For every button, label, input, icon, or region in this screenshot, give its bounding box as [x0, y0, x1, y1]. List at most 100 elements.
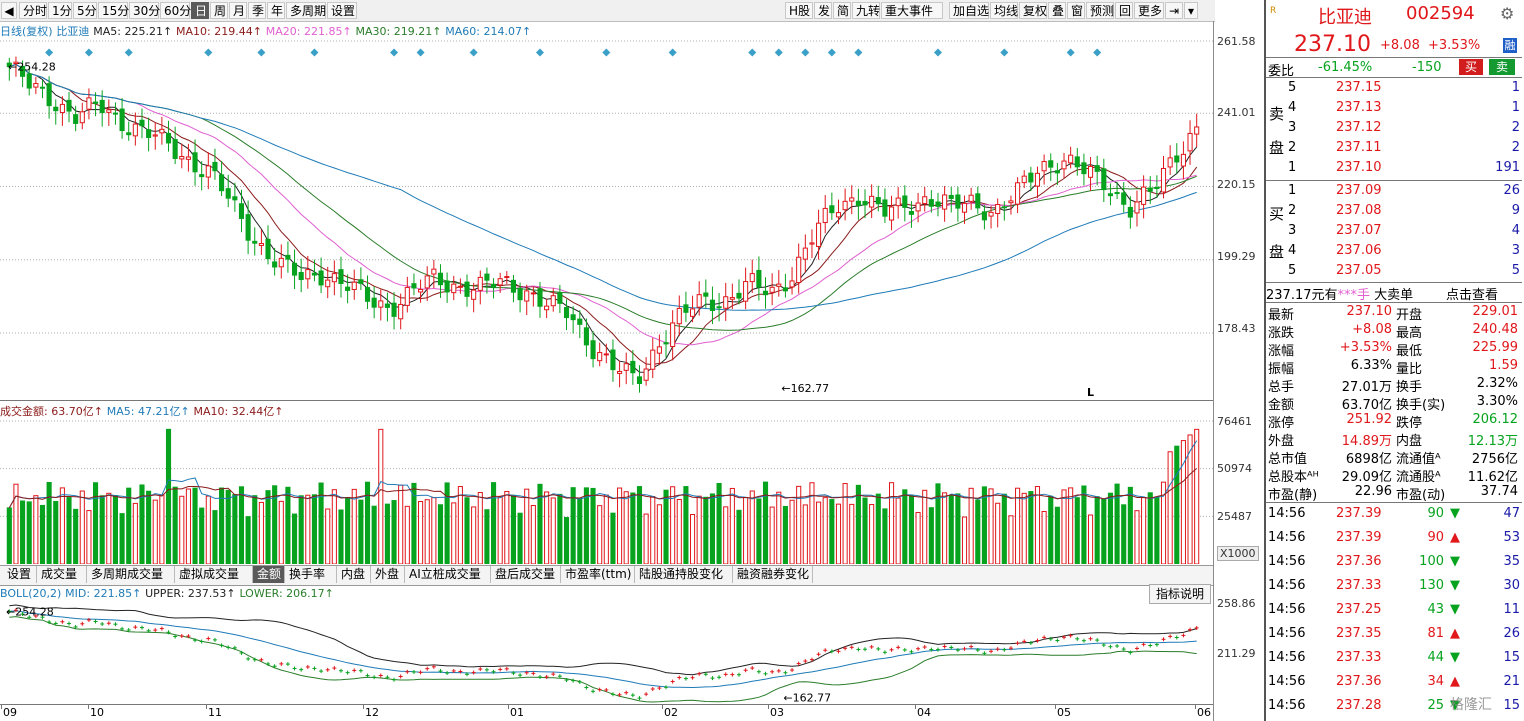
period-tab[interactable]: 15分 [98, 2, 129, 19]
indicator-tab[interactable]: 陆股通持股变化 [635, 566, 733, 583]
period-tab[interactable]: 多周期 [286, 2, 326, 19]
volume-bar [875, 493, 881, 564]
sell-button[interactable]: 卖 [1489, 59, 1515, 75]
stats-value: 22.96 [1354, 484, 1392, 499]
period-tab[interactable]: 1分 [48, 2, 72, 19]
tool-button[interactable]: 窗 [1067, 2, 1085, 19]
tick-row[interactable]: 14:56 237.33 130 ▼ 30 [1266, 578, 1522, 596]
book-row[interactable]: 4 237.13 1 [1266, 100, 1522, 118]
period-tab[interactable]: 设置 [327, 2, 357, 19]
tool-button[interactable]: 均线 [990, 2, 1018, 19]
tool-button[interactable]: 预测 [1086, 2, 1114, 19]
indicator-tab[interactable]: 金额 [253, 566, 285, 583]
volume-chart[interactable] [0, 418, 1213, 564]
book-row[interactable]: 3 237.07 4 [1266, 223, 1522, 241]
boll-chart[interactable]: ←254.28 ←162.77 [0, 602, 1213, 704]
stats-value: 251.92 [1346, 412, 1393, 427]
big-order-link[interactable]: 点击查看 [1446, 284, 1498, 303]
book-row[interactable]: 1 237.10 191 [1266, 160, 1522, 178]
x-axis-tick-mark [508, 704, 509, 709]
tool-button[interactable]: 叠 [1048, 2, 1066, 19]
period-tab[interactable]: 日 [191, 2, 209, 19]
indicator-tab[interactable]: 换手率 [285, 566, 337, 583]
period-tab[interactable]: 60分 [160, 2, 191, 19]
tick-row[interactable]: 14:56 237.36 34 ▲ 21 [1266, 674, 1522, 692]
book-row[interactable]: 5 237.05 5 [1266, 263, 1522, 281]
tick-row[interactable]: 14:56 237.36 100 ▼ 35 [1266, 554, 1522, 572]
book-price: 237.05 [1336, 263, 1382, 278]
volume-bar [305, 494, 311, 564]
tool-button[interactable]: 回 [1115, 2, 1133, 19]
period-tab[interactable]: 30分 [129, 2, 160, 19]
x-axis-tick-mark [206, 704, 207, 709]
tick-row[interactable]: 14:56 237.39 90 ▼ 47 [1266, 506, 1522, 524]
period-tab[interactable]: 年 [267, 2, 285, 19]
tick-row[interactable]: 14:56 237.33 44 ▼ 15 [1266, 650, 1522, 668]
volume-bar [570, 487, 576, 564]
candle-body [1127, 206, 1133, 218]
signal-diamond [1000, 48, 1009, 57]
candle-body [1068, 154, 1074, 164]
indicator-tab[interactable]: 成交量 [37, 566, 87, 583]
candle-body [212, 161, 218, 172]
tool-button[interactable]: 重大事件 [881, 2, 943, 19]
settings-icon[interactable]: ⚙ [1500, 4, 1514, 23]
indicator-tab[interactable]: AI立桩成交量 [405, 566, 491, 583]
buy-button[interactable]: 买 [1459, 59, 1483, 75]
tool-button[interactable]: H股 [785, 2, 813, 19]
indicator-tab[interactable]: 融资融券变化 [733, 566, 813, 583]
candle-body [663, 342, 669, 345]
signal-diamond [310, 48, 319, 57]
volume-bar [1061, 489, 1067, 564]
book-row[interactable]: 2 237.08 9 [1266, 203, 1522, 221]
tool-button[interactable]: 发 [814, 2, 832, 19]
stats-label: 跌停 [1396, 416, 1423, 431]
big-order-bar[interactable]: 237.17元有***手 大卖单 点击查看 [1266, 284, 1522, 303]
candle-body [318, 270, 324, 286]
indicator-tab[interactable]: 盘后成交量 [491, 566, 561, 583]
tick-row[interactable]: 14:56 237.25 43 ▼ 11 [1266, 602, 1522, 620]
tick-row[interactable]: 14:56 237.39 90 ▲ 53 [1266, 530, 1522, 548]
stats-row: 总市值 6898亿 流通值ᴬ 2756亿 [1266, 448, 1522, 467]
candle-body [802, 247, 808, 260]
indicator-tab[interactable]: 市盈率(ttm) [561, 566, 635, 583]
period-tab[interactable]: 季 [248, 2, 266, 19]
book-level: 1 [1288, 160, 1297, 175]
period-tab[interactable]: 分时 [19, 2, 47, 19]
book-row[interactable]: 4 237.06 3 [1266, 243, 1522, 261]
fullscreen-icon[interactable]: ⇥ [1165, 2, 1183, 19]
period-tab[interactable]: 月 [229, 2, 247, 19]
indicator-tab[interactable]: 外盘 [371, 566, 405, 583]
indicator-tab[interactable]: 多周期成交量 [87, 566, 175, 583]
stats-value: 29.09亿 [1341, 470, 1392, 485]
book-row[interactable]: 5 237.15 1 [1266, 80, 1522, 98]
tool-button[interactable]: 九转 [852, 2, 880, 19]
candle-body [1061, 160, 1067, 170]
book-row[interactable]: 2 237.11 2 [1266, 140, 1522, 158]
ma5-legend: MA5: 225.21↑ [93, 25, 173, 38]
volume-bar [1015, 487, 1021, 564]
chevron-down-icon[interactable]: ▾ [1184, 2, 1198, 19]
period-tab[interactable]: 5分 [73, 2, 97, 19]
back-arrow-icon[interactable]: ◀ [1, 2, 17, 19]
period-tab[interactable]: 周 [210, 2, 228, 19]
book-row[interactable]: 3 237.12 2 [1266, 120, 1522, 138]
book-price: 237.15 [1336, 80, 1382, 95]
x-axis-tick: 04 [917, 706, 931, 719]
indicator-tab[interactable]: 内盘 [337, 566, 371, 583]
stats-label: 市盈(静) [1268, 488, 1318, 503]
book-row[interactable]: 1 237.09 26 [1266, 183, 1522, 201]
tick-row[interactable]: 14:56 237.35 81 ▲ 26 [1266, 626, 1522, 644]
tool-button[interactable]: 更多 [1134, 2, 1164, 19]
indicator-tab[interactable]: 虚拟成交量 [175, 566, 253, 583]
x-axis-tick-mark [1055, 704, 1056, 709]
tool-button[interactable]: 复权 [1019, 2, 1047, 19]
tick-price: 237.33 [1336, 578, 1382, 593]
kline-chart[interactable]: ←254.28 ←162.77 L [0, 40, 1213, 400]
tool-button[interactable]: 加自选 [949, 2, 989, 19]
tool-button[interactable]: 简 [833, 2, 851, 19]
price-change-pct: +3.53% [1428, 38, 1481, 53]
indicator-help-button[interactable]: 指标说明 [1149, 584, 1212, 604]
volume-bar [199, 507, 205, 564]
indicator-tab[interactable]: 设置 [3, 566, 37, 583]
